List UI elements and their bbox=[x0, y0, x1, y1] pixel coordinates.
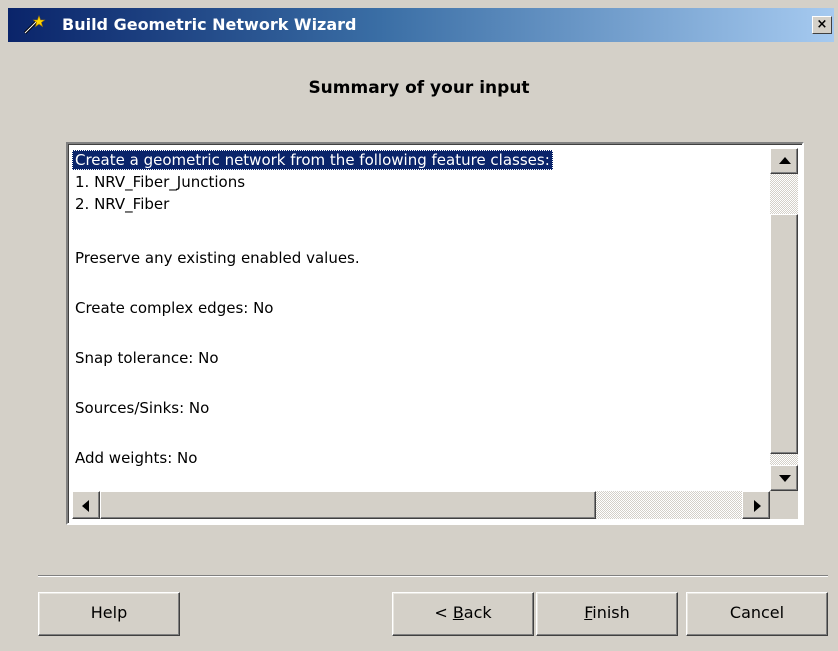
scroll-left-button[interactable] bbox=[72, 491, 100, 519]
arrow-right-icon bbox=[754, 500, 761, 512]
wizard-window: Build Geometric Network Wizard × Summary… bbox=[0, 0, 838, 651]
help-button[interactable]: Help bbox=[38, 592, 180, 636]
title-bar[interactable]: Build Geometric Network Wizard × bbox=[8, 8, 834, 42]
vertical-scroll-thumb[interactable] bbox=[770, 214, 798, 454]
scroll-right-button[interactable] bbox=[742, 491, 770, 519]
horizontal-scroll-thumb[interactable] bbox=[100, 491, 596, 519]
summary-listbox[interactable]: Create a geometric network from the foll… bbox=[66, 142, 804, 525]
summary-line[interactable]: Snap tolerance: No bbox=[75, 348, 219, 368]
close-button[interactable]: × bbox=[812, 16, 832, 34]
summary-line[interactable]: 1. NRV_Fiber_Junctions bbox=[75, 172, 245, 192]
summary-line[interactable]: Preserve any existing enabled values. bbox=[75, 248, 360, 268]
summary-line[interactable]: Create complex edges: No bbox=[75, 298, 273, 318]
summary-line[interactable]: Add weights: No bbox=[75, 448, 197, 468]
vertical-scrollbar[interactable] bbox=[770, 148, 798, 491]
summary-line[interactable]: 2. NRV_Fiber bbox=[75, 194, 169, 214]
finish-label: Finish bbox=[584, 603, 630, 622]
close-icon: × bbox=[816, 17, 828, 32]
scrollbar-corner bbox=[770, 491, 798, 519]
summary-content: Create a geometric network from the foll… bbox=[72, 148, 767, 491]
summary-line[interactable]: Sources/Sinks: No bbox=[75, 398, 209, 418]
arrow-down-icon bbox=[779, 475, 791, 482]
scroll-down-button[interactable] bbox=[770, 465, 798, 491]
back-button[interactable]: < Back bbox=[392, 592, 534, 636]
scroll-up-button[interactable] bbox=[770, 148, 798, 174]
arrow-left-icon bbox=[82, 500, 89, 512]
window-title: Build Geometric Network Wizard bbox=[62, 15, 357, 34]
page-heading: Summary of your input bbox=[308, 78, 530, 98]
wizard-wand-icon bbox=[23, 15, 46, 35]
button-separator bbox=[38, 575, 828, 577]
arrow-up-icon bbox=[779, 157, 791, 164]
finish-button[interactable]: Finish bbox=[536, 592, 678, 636]
cancel-button[interactable]: Cancel bbox=[686, 592, 828, 636]
summary-line-selected[interactable]: Create a geometric network from the foll… bbox=[72, 150, 553, 170]
back-label: < Back bbox=[434, 603, 492, 622]
horizontal-scrollbar[interactable] bbox=[72, 491, 770, 519]
